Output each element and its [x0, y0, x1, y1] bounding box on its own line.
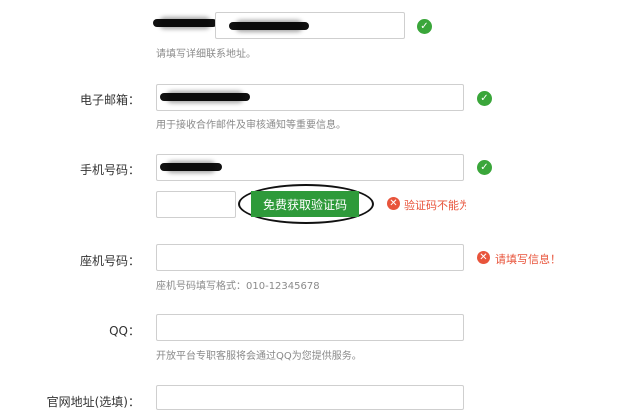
- redacted-text: [153, 19, 217, 27]
- email-hint: 用于接收合作邮件及审核通知等重要信息。: [156, 120, 346, 131]
- redacted-text: [160, 163, 222, 171]
- code-error-text: 验证码不能为空: [404, 199, 466, 212]
- redacted-text: [160, 93, 250, 101]
- mobile-label: 手机号码：: [79, 163, 140, 177]
- landline-error-text: 请填写信息！: [495, 253, 561, 266]
- close-circle-icon: ✕: [477, 251, 490, 264]
- landline-label: 座机号码：: [79, 254, 140, 268]
- website-field[interactable]: [156, 385, 464, 410]
- verification-code-input[interactable]: [156, 191, 236, 218]
- website-label: 官网地址(选填)：: [46, 395, 140, 409]
- qq-hint: 开放平台专职客服将会通过QQ为您提供服务。: [156, 351, 362, 362]
- get-code-button[interactable]: 免费获取验证码: [251, 191, 359, 217]
- qq-label: QQ：: [109, 324, 140, 338]
- email-label: 电子邮箱：: [79, 93, 140, 107]
- check-circle-icon: ✓: [477, 91, 492, 106]
- landline-hint: 座机号码填写格式：010-12345678: [156, 281, 320, 292]
- check-circle-icon: ✓: [477, 160, 492, 175]
- check-circle-icon: ✓: [417, 19, 432, 34]
- address-hint: 请填写详细联系地址。: [156, 49, 256, 60]
- close-circle-icon: ✕: [387, 197, 400, 210]
- qq-field[interactable]: [156, 314, 464, 341]
- redacted-text: [229, 22, 309, 30]
- landline-field[interactable]: [156, 244, 464, 271]
